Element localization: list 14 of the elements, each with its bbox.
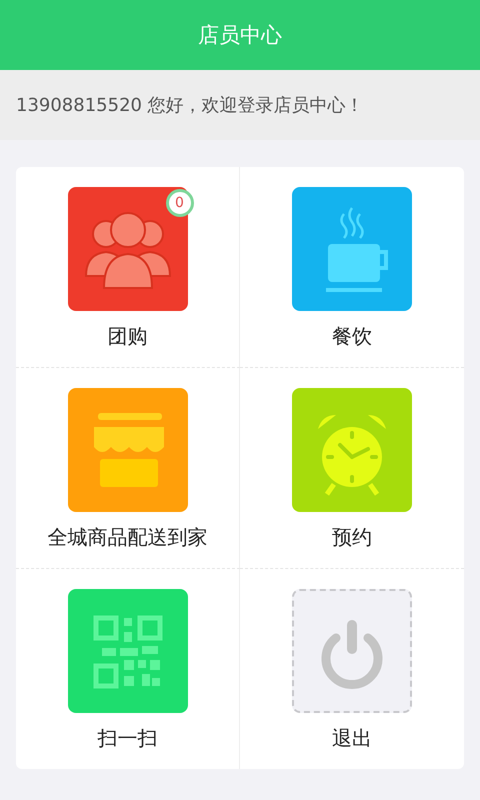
tile-label: 扫一扫 (98, 725, 158, 752)
menu-tile[interactable]: 扫一扫 (68, 569, 188, 769)
tile-label: 预约 (332, 524, 372, 551)
tile-label: 团购 (108, 323, 148, 350)
welcome-text: 13908815520 您好，欢迎登录店员中心！ (16, 94, 364, 117)
tile-label: 退出 (332, 725, 372, 752)
tile-label: 餐饮 (332, 323, 372, 350)
menu-tile[interactable]: 全城商品配送到家 (48, 368, 208, 568)
menu-tile[interactable]: 预约 (292, 368, 412, 568)
header-title: 店员中心 (198, 22, 282, 49)
count-badge: 0 (166, 189, 194, 217)
menu-tile[interactable]: 退出 (292, 569, 412, 769)
tile-label: 全城商品配送到家 (48, 524, 208, 551)
menu-tile[interactable]: 餐饮 (292, 167, 412, 367)
